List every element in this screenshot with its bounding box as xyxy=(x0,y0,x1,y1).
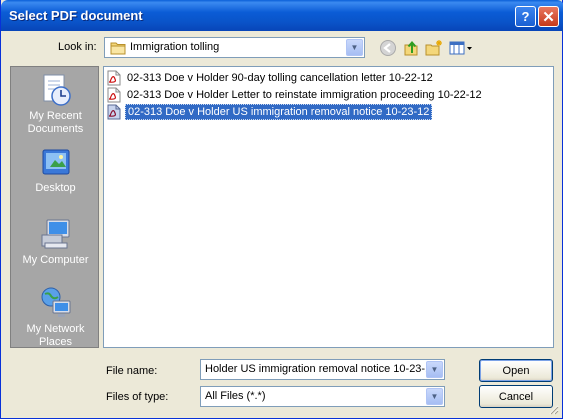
place-label: Desktop xyxy=(35,182,76,194)
back-arrow-icon[interactable] xyxy=(379,39,397,57)
up-one-level-icon[interactable] xyxy=(402,39,420,57)
cancel-button[interactable]: Cancel xyxy=(479,385,553,408)
chevron-down-icon: ▼ xyxy=(430,365,439,374)
select-pdf-dialog: Select PDF document ? ✕ Look in: Immigra… xyxy=(0,0,563,419)
files-of-type-value: All Files (*.*) xyxy=(205,390,266,402)
resize-grip-icon[interactable] xyxy=(547,403,559,415)
file-name-input[interactable]: Holder US immigration removal notice 10-… xyxy=(205,363,437,375)
close-icon: ✕ xyxy=(542,8,555,26)
look-in-dropdown-button[interactable]: ▼ xyxy=(346,39,363,56)
close-button[interactable]: ✕ xyxy=(538,6,559,27)
pdf-file-icon xyxy=(107,87,121,103)
files-of-type-dropdown-button[interactable]: ▼ xyxy=(426,388,443,405)
place-desktop[interactable]: Desktop xyxy=(11,147,100,195)
folder-icon xyxy=(110,42,126,55)
file-list[interactable]: 02-313 Doe v Holder 90-day tolling cance… xyxy=(103,66,554,348)
look-in-combobox[interactable]: Immigration tolling ▼ xyxy=(104,37,365,58)
help-icon: ? xyxy=(521,9,530,24)
place-label: My Computer xyxy=(22,254,89,266)
help-button[interactable]: ? xyxy=(515,6,536,27)
look-in-value: Immigration tolling xyxy=(130,41,220,53)
file-name: 02-313 Doe v Holder US immigration remov… xyxy=(125,104,433,120)
chevron-down-icon: ▼ xyxy=(430,392,439,401)
files-of-type-label: Files of type: xyxy=(106,391,169,403)
open-button[interactable]: Open xyxy=(479,359,553,382)
files-of-type-combobox[interactable]: All Files (*.*) ▼ xyxy=(200,386,445,407)
new-folder-icon[interactable] xyxy=(425,39,443,57)
pdf-file-icon xyxy=(107,104,121,120)
file-item-selected[interactable]: 02-313 Doe v Holder US immigration remov… xyxy=(106,104,433,120)
chevron-down-icon: ▼ xyxy=(350,43,359,52)
place-label: My Network Places xyxy=(26,323,85,348)
view-menu-icon[interactable] xyxy=(449,39,473,57)
look-in-label: Look in: xyxy=(58,41,97,53)
file-name: 02-313 Doe v Holder Letter to reinstate … xyxy=(127,89,482,101)
place-my-computer[interactable]: My Computer xyxy=(11,217,100,267)
file-item[interactable]: 02-313 Doe v Holder 90-day tolling cance… xyxy=(106,70,435,86)
place-label: My Recent Documents xyxy=(27,110,84,135)
my-computer-icon xyxy=(41,219,69,249)
place-my-recent-documents[interactable]: My Recent Documents xyxy=(11,73,100,136)
file-name-dropdown-button[interactable]: ▼ xyxy=(426,361,443,378)
file-name: 02-313 Doe v Holder 90-day tolling cance… xyxy=(127,72,433,84)
places-bar: My Recent Documents Desktop My Computer xyxy=(10,66,99,348)
recent-documents-icon xyxy=(43,74,71,106)
file-name-label: File name: xyxy=(106,365,158,377)
file-name-combobox[interactable]: Holder US immigration removal notice 10-… xyxy=(200,359,445,380)
dialog-title: Select PDF document xyxy=(9,8,143,23)
title-bar[interactable]: Select PDF document ? ✕ xyxy=(1,0,563,31)
network-places-icon xyxy=(41,287,70,317)
file-item[interactable]: 02-313 Doe v Holder Letter to reinstate … xyxy=(106,87,484,103)
pdf-file-icon xyxy=(107,70,121,86)
place-my-network-places[interactable]: My Network Places xyxy=(11,286,100,349)
desktop-icon xyxy=(42,149,69,175)
